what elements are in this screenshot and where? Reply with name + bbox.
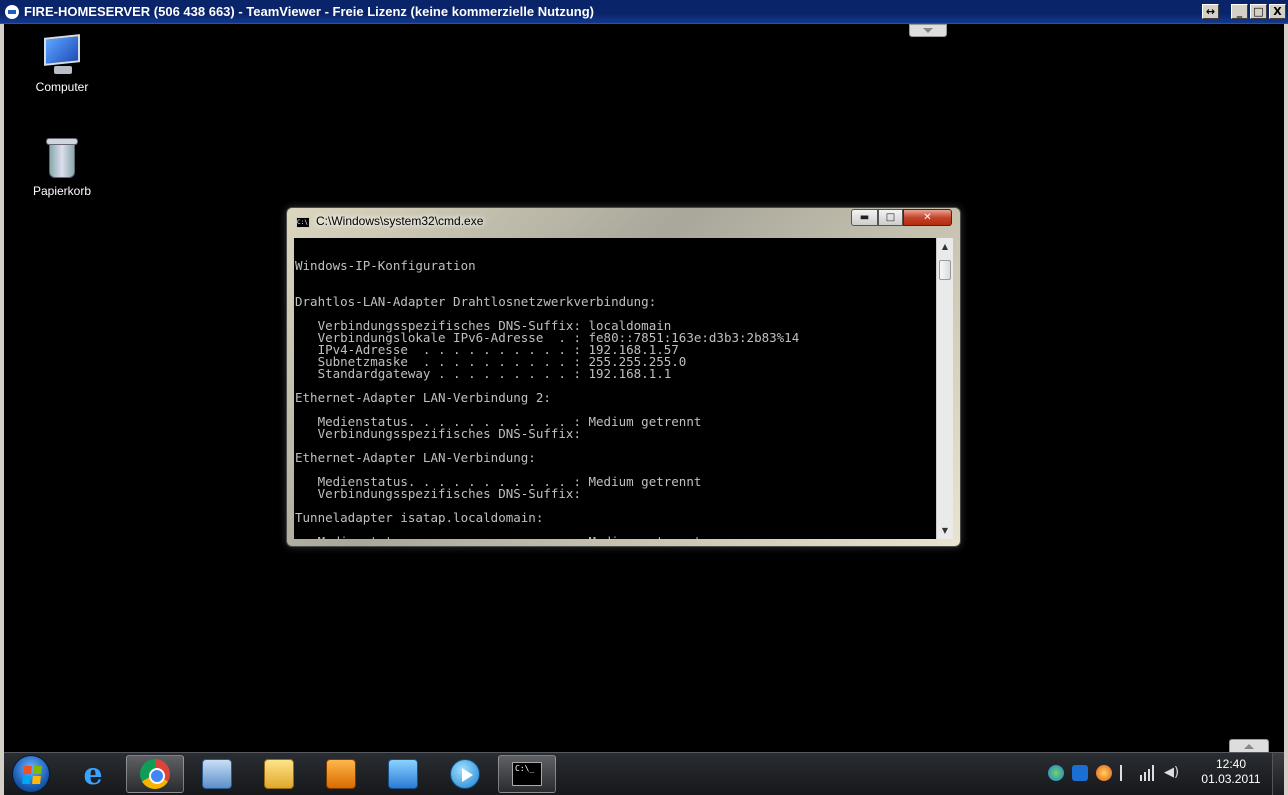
cmd-close-button[interactable]: ✕ xyxy=(903,209,952,226)
teamviewer-logo-icon xyxy=(5,4,19,19)
console-text: Windows-IP-Konfiguration Drahtlos-LAN-Ad… xyxy=(295,258,800,539)
chevron-down-icon xyxy=(923,28,933,33)
volume-icon[interactable]: ◀) xyxy=(1164,765,1180,781)
desktop-icon-label: Papierkorb xyxy=(32,184,92,198)
cmd-window-icon: C:\ xyxy=(296,217,310,228)
scroll-thumb[interactable] xyxy=(939,260,951,280)
media-player-icon xyxy=(450,759,480,789)
fit-window-button[interactable]: ↔ xyxy=(1202,4,1219,19)
cmd-maximize-button[interactable]: □ xyxy=(878,209,903,226)
cmd-scrollbar[interactable]: ▲ ▼ xyxy=(936,238,953,539)
scroll-down-arrow-icon[interactable]: ▼ xyxy=(937,522,953,539)
teamviewer-title-bar[interactable]: FIRE-HOMESERVER (506 438 663) - TeamView… xyxy=(0,0,1288,24)
clock-date: 01.03.2011 xyxy=(1201,772,1261,786)
teamviewer-window-title: FIRE-HOMESERVER (506 438 663) - TeamView… xyxy=(24,4,595,19)
taskbar-item-internet-explorer[interactable]: e xyxy=(64,755,122,793)
clock[interactable]: 12:40 01.03.2011 xyxy=(1200,757,1262,787)
teamviewer-close-button[interactable]: X xyxy=(1269,4,1286,19)
taskbar-item-remote-desktop[interactable] xyxy=(188,755,246,793)
taskbar-item-media-center[interactable] xyxy=(312,755,370,793)
cmd-window-title: C:\Windows\system32\cmd.exe xyxy=(316,214,484,228)
desktop-icon-recycle-bin[interactable]: Papierkorb xyxy=(22,136,102,198)
teamviewer-minimize-button[interactable]: _ xyxy=(1231,4,1248,19)
start-button[interactable] xyxy=(12,755,50,793)
internet-explorer-icon: e xyxy=(83,756,103,792)
windows-logo-icon xyxy=(22,766,42,784)
cmd-title-bar[interactable]: C:\ C:\Windows\system32\cmd.exe ▬ □ ✕ xyxy=(287,208,960,236)
show-hidden-icons-button[interactable] xyxy=(1229,739,1269,753)
window-frame-left xyxy=(0,24,4,795)
system-tray: ◀) xyxy=(1048,763,1188,783)
scroll-up-arrow-icon[interactable]: ▲ xyxy=(937,238,953,255)
wifi-signal-icon[interactable] xyxy=(1140,765,1156,781)
network-globe-icon[interactable] xyxy=(1048,765,1064,781)
show-desktop-button[interactable] xyxy=(1272,753,1284,795)
clock-time: 12:40 xyxy=(1215,757,1247,771)
action-center-flag-icon[interactable] xyxy=(1120,765,1132,781)
security-tray-icon[interactable] xyxy=(1096,765,1112,781)
cmd-window[interactable]: C:\ C:\Windows\system32\cmd.exe ▬ □ ✕ Wi… xyxy=(286,207,961,547)
chrome-icon xyxy=(140,759,170,789)
teamviewer-toolbar-toggle[interactable] xyxy=(909,24,947,37)
taskbar-item-chrome[interactable] xyxy=(126,755,184,793)
network-icon xyxy=(388,759,418,789)
window-frame-right xyxy=(1284,24,1288,795)
taskbar-item-cmd[interactable]: C:\_ xyxy=(498,755,556,793)
chevron-up-icon xyxy=(1244,743,1254,749)
cmd-icon: C:\_ xyxy=(512,762,542,786)
taskbar: e C:\_ ◀) 12:40 01.03.2011 xyxy=(4,752,1284,795)
computer-icon xyxy=(40,34,84,76)
cmd-console-output[interactable]: Windows-IP-Konfiguration Drahtlos-LAN-Ad… xyxy=(294,238,936,539)
desktop-icon-computer[interactable]: Computer xyxy=(22,34,102,94)
desktop-icon-label: Computer xyxy=(35,80,89,94)
cmd-minimize-button[interactable]: ▬ xyxy=(851,209,878,226)
taskbar-item-network[interactable] xyxy=(374,755,432,793)
media-icon xyxy=(326,759,356,789)
teamviewer-maximize-button[interactable]: □ xyxy=(1250,4,1267,19)
remote-desktop-icon xyxy=(202,759,232,789)
teamviewer-tray-icon[interactable] xyxy=(1072,765,1088,781)
taskbar-item-explorer[interactable] xyxy=(250,755,308,793)
taskbar-item-media-player[interactable] xyxy=(436,755,494,793)
folder-icon xyxy=(264,759,294,789)
recycle-bin-icon xyxy=(45,136,79,180)
